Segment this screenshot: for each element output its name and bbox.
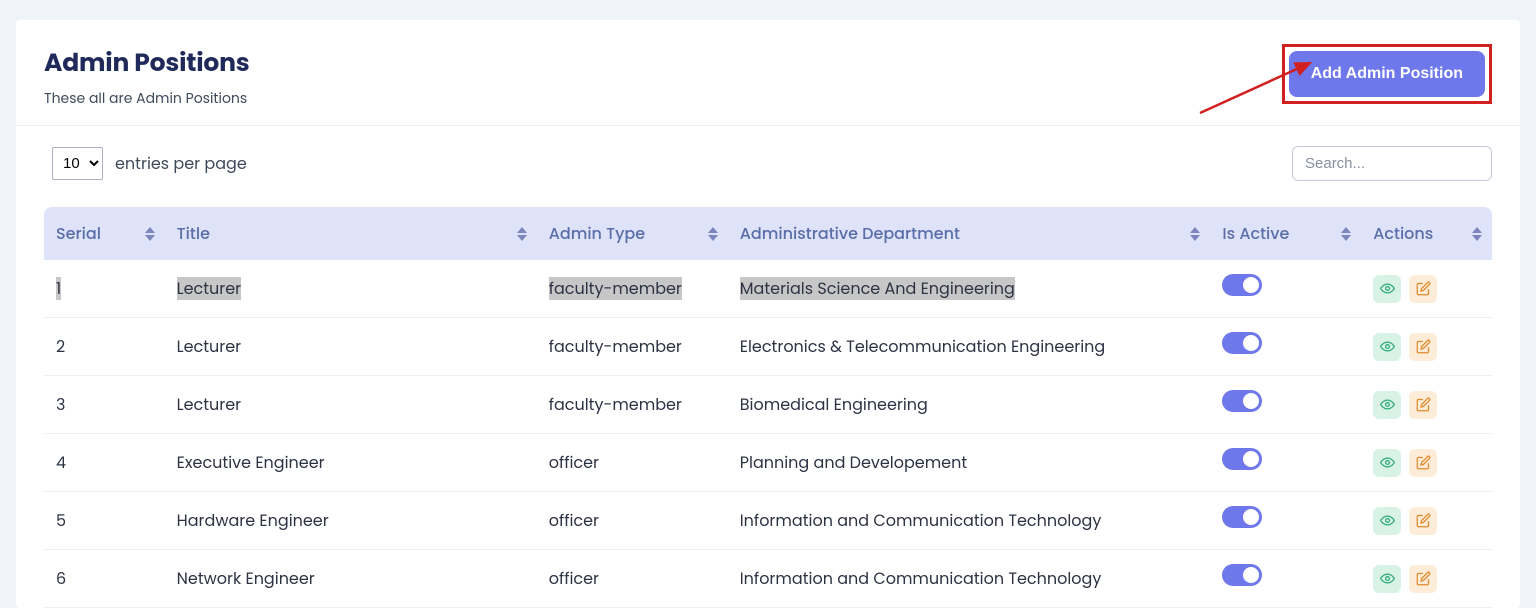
table-row: 3Lecturerfaculty-memberBiomedical Engine… [44, 376, 1492, 434]
edit-button[interactable] [1409, 449, 1437, 477]
cell-admin-type: faculty-member [537, 376, 728, 434]
edit-icon [1416, 397, 1431, 412]
sort-icon [1472, 227, 1482, 241]
sort-icon [145, 227, 155, 241]
eye-icon [1380, 281, 1395, 296]
view-button[interactable] [1373, 391, 1401, 419]
cell-admin-type: faculty-member [537, 260, 728, 318]
entries-select[interactable]: 10 [52, 147, 103, 180]
cell-serial: 6 [44, 550, 165, 608]
cell-is-active [1210, 318, 1361, 376]
cell-is-active [1210, 434, 1361, 492]
sort-icon [517, 227, 527, 241]
cell-is-active [1210, 376, 1361, 434]
table-row: 5Hardware EngineerofficerInformation and… [44, 492, 1492, 550]
active-toggle[interactable] [1222, 564, 1262, 586]
view-button[interactable] [1373, 333, 1401, 361]
cell-title: Executive Engineer [165, 434, 537, 492]
entries-label: entries per page [115, 151, 247, 176]
sort-icon [708, 227, 718, 241]
title-block: Admin Positions These all are Admin Posi… [44, 44, 250, 109]
cell-serial: 5 [44, 492, 165, 550]
edit-button[interactable] [1409, 565, 1437, 593]
active-toggle[interactable] [1222, 506, 1262, 528]
cell-title: Network Engineer [165, 550, 537, 608]
active-toggle[interactable] [1222, 448, 1262, 470]
cell-department: Electronics & Telecommunication Engineer… [728, 318, 1211, 376]
cell-department: Planning and Developement [728, 434, 1211, 492]
col-actions[interactable]: Actions [1361, 207, 1492, 260]
eye-icon [1380, 513, 1395, 528]
cell-title: Lecturer [165, 318, 537, 376]
col-department[interactable]: Administrative Department [728, 207, 1211, 260]
cell-is-active [1210, 260, 1361, 318]
cell-serial: 3 [44, 376, 165, 434]
page-title: Admin Positions [44, 44, 250, 82]
cell-serial: 4 [44, 434, 165, 492]
active-toggle[interactable] [1222, 274, 1262, 296]
view-button[interactable] [1373, 275, 1401, 303]
view-button[interactable] [1373, 565, 1401, 593]
cell-title: Hardware Engineer [165, 492, 537, 550]
cell-department: Information and Communication Technology [728, 492, 1211, 550]
active-toggle[interactable] [1222, 332, 1262, 354]
table-row: 4Executive EngineerofficerPlanning and D… [44, 434, 1492, 492]
add-admin-position-button[interactable]: Add Admin Position [1289, 51, 1485, 97]
edit-icon [1416, 281, 1431, 296]
entries-per-page-control: 10 entries per page [52, 147, 247, 180]
cell-department: Information and Communication Technology [728, 550, 1211, 608]
cell-admin-type: faculty-member [537, 318, 728, 376]
cell-department: Biomedical Engineering [728, 376, 1211, 434]
cell-actions [1361, 318, 1492, 376]
edit-button[interactable] [1409, 275, 1437, 303]
edit-button[interactable] [1409, 333, 1437, 361]
cell-department: Materials Science And Engineering [728, 260, 1211, 318]
cell-actions [1361, 260, 1492, 318]
col-title[interactable]: Title [165, 207, 537, 260]
eye-icon [1380, 339, 1395, 354]
col-is-active[interactable]: Is Active [1210, 207, 1361, 260]
page-subtitle: These all are Admin Positions [44, 88, 250, 109]
cell-admin-type: officer [537, 550, 728, 608]
cell-title: Lecturer [165, 260, 537, 318]
edit-button[interactable] [1409, 507, 1437, 535]
edit-button[interactable] [1409, 391, 1437, 419]
cell-actions [1361, 550, 1492, 608]
cell-serial: 1 [44, 260, 165, 318]
cell-actions [1361, 376, 1492, 434]
edit-icon [1416, 513, 1431, 528]
view-button[interactable] [1373, 449, 1401, 477]
cell-actions [1361, 434, 1492, 492]
positions-table: Serial Title Admin Type Administrative D… [44, 207, 1492, 608]
cell-admin-type: officer [537, 492, 728, 550]
active-toggle[interactable] [1222, 390, 1262, 412]
sort-icon [1190, 227, 1200, 241]
view-button[interactable] [1373, 507, 1401, 535]
cell-is-active [1210, 492, 1361, 550]
sort-icon [1341, 227, 1351, 241]
table-row: 1Lecturerfaculty-memberMaterials Science… [44, 260, 1492, 318]
cell-actions [1361, 492, 1492, 550]
cell-is-active [1210, 550, 1361, 608]
edit-icon [1416, 339, 1431, 354]
cell-title: Lecturer [165, 376, 537, 434]
edit-icon [1416, 571, 1431, 586]
cell-admin-type: officer [537, 434, 728, 492]
table-row: 6Network EngineerofficerInformation and … [44, 550, 1492, 608]
col-serial[interactable]: Serial [44, 207, 165, 260]
eye-icon [1380, 571, 1395, 586]
col-admin-type[interactable]: Admin Type [537, 207, 728, 260]
edit-icon [1416, 455, 1431, 470]
eye-icon [1380, 397, 1395, 412]
search-input[interactable] [1292, 146, 1492, 181]
table-row: 2Lecturerfaculty-memberElectronics & Tel… [44, 318, 1492, 376]
eye-icon [1380, 455, 1395, 470]
add-button-highlight: Add Admin Position [1282, 44, 1492, 104]
cell-serial: 2 [44, 318, 165, 376]
